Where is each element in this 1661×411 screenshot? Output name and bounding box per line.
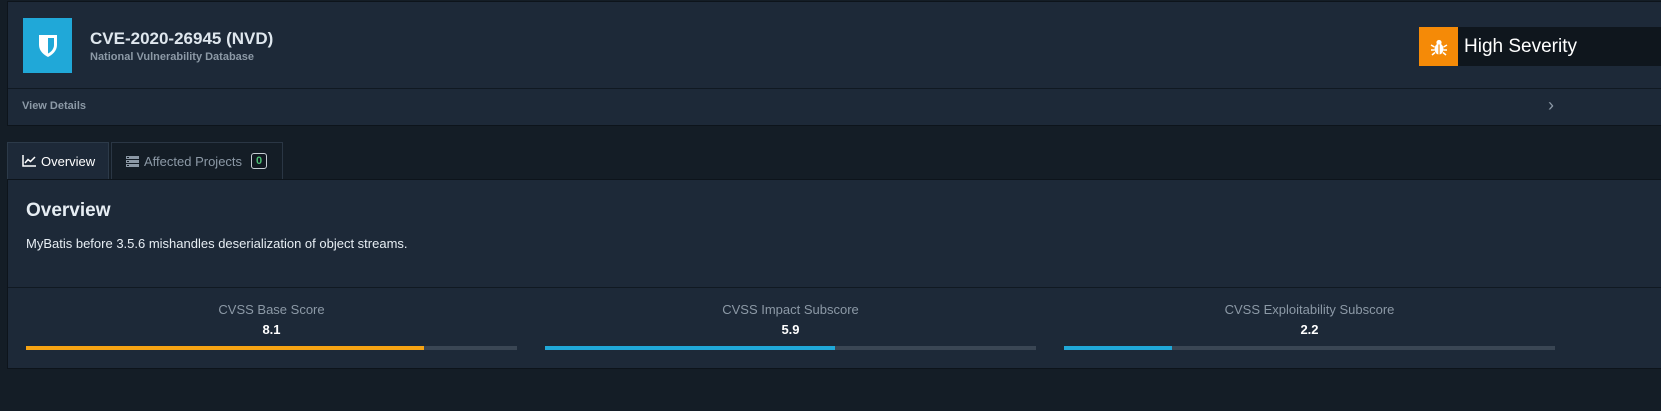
- vulnerability-header-card: CVE-2020-26945 (NVD) National Vulnerabil…: [7, 1, 1661, 126]
- view-details-link[interactable]: View Details ›: [8, 88, 1661, 126]
- server-list-icon: [126, 155, 139, 167]
- source-subtitle: National Vulnerability Database: [90, 51, 255, 63]
- view-details-label: View Details: [22, 100, 86, 112]
- tab-affected-label: Affected Projects: [144, 153, 243, 169]
- severity-label: High Severity: [1464, 35, 1577, 57]
- page-title: CVE-2020-26945 (NVD): [90, 29, 274, 48]
- cvss-scores: CVSS Base Score 8.1 CVSS Impact Subscore…: [8, 287, 1661, 369]
- score-value: 5.9: [781, 322, 800, 337]
- overview-description: MyBatis before 3.5.6 mishandles deserial…: [26, 236, 408, 251]
- score-progress-bar: [545, 346, 1036, 350]
- score-label: CVSS Impact Subscore: [722, 302, 859, 317]
- affected-count-badge: 0: [251, 153, 268, 169]
- overview-title: Overview: [26, 200, 111, 221]
- score-progress-fill: [26, 346, 424, 350]
- chevron-right-icon: ›: [1548, 95, 1554, 115]
- score-progress-fill: [1064, 346, 1173, 350]
- overview-panel: Overview MyBatis before 3.5.6 mishandles…: [7, 179, 1661, 369]
- tab-overview-label: Overview: [41, 153, 96, 169]
- score-value: 8.1: [262, 322, 281, 337]
- score-value: 2.2: [1300, 322, 1319, 337]
- bug-icon: [1419, 27, 1458, 66]
- score-progress-bar: [26, 346, 517, 350]
- score-label: CVSS Base Score: [218, 302, 325, 317]
- severity-badge: High Severity: [1419, 27, 1661, 66]
- tab-overview[interactable]: Overview: [7, 142, 109, 179]
- score-progress-fill: [545, 346, 835, 350]
- line-chart-icon: [22, 155, 36, 167]
- score-label: CVSS Exploitability Subscore: [1224, 302, 1395, 317]
- shield-icon: [23, 18, 72, 73]
- score-progress-bar: [1064, 346, 1555, 350]
- tab-affected-projects[interactable]: Affected Projects 0: [111, 142, 283, 179]
